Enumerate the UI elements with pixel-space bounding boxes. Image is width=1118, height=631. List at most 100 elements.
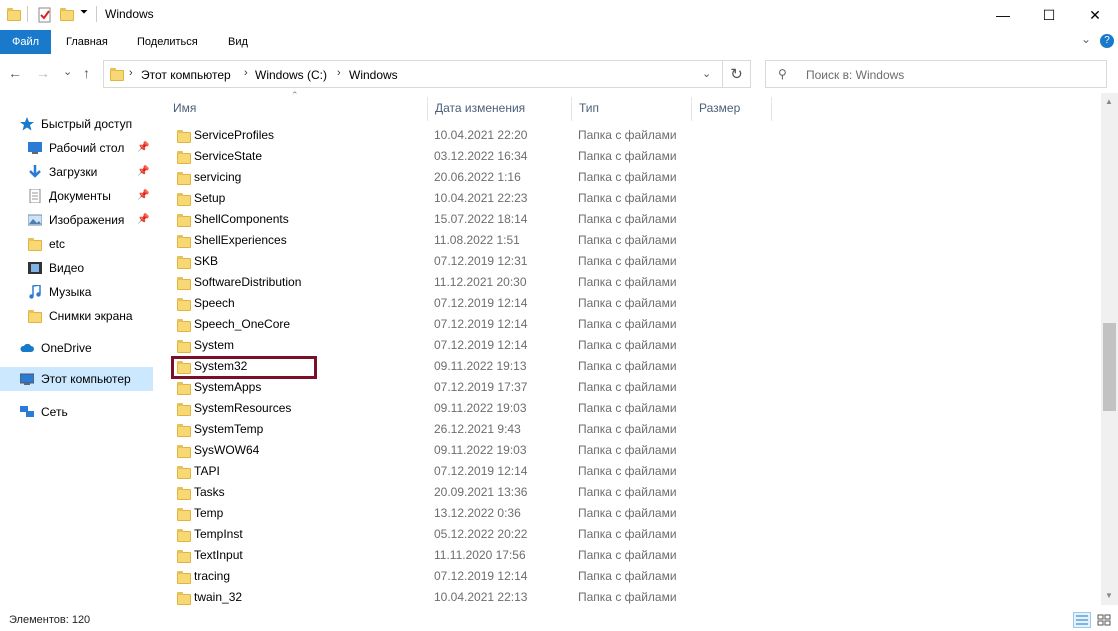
sidebar-item-desktop[interactable]: Рабочий стол 📌 (28, 136, 153, 160)
file-row[interactable]: ServiceProfiles 10.04.2021 22:20 Папка с ф… (165, 125, 1100, 146)
address-row: ← → ⌄ ↑ › Этот компьютер › Windows (C:) … (0, 55, 1118, 93)
file-date: 20.06.2022 1:16 (434, 170, 521, 184)
file-row[interactable]: Setup 10.04.2021 22:23 Папка с файлами (165, 188, 1100, 209)
file-name: Tasks (194, 485, 225, 499)
pin-icon: 📌 (137, 142, 150, 153)
breadcrumb-drive-c[interactable]: Windows (C:) (255, 68, 327, 82)
file-name: SoftwareDistribution (194, 275, 302, 289)
search-input[interactable]: ⚲ Поиск в: Windows (765, 60, 1107, 88)
file-date: 09.11.2022 19:03 (434, 401, 527, 415)
file-date: 10.04.2021 22:13 (434, 590, 528, 604)
chevron-right-icon[interactable]: › (244, 67, 248, 79)
scroll-up-icon[interactable]: ▲ (1105, 97, 1113, 106)
file-type: Папка с файлами (578, 170, 677, 184)
file-row[interactable]: Speech 07.12.2019 12:14 Папка с файлами (165, 293, 1100, 314)
maximize-button[interactable]: ☐ (1026, 0, 1072, 30)
file-row[interactable]: TempInst 05.12.2022 20:22 Папка с файлами (165, 524, 1100, 545)
pictures-icon (28, 214, 42, 226)
file-row[interactable]: System 07.12.2019 12:14 Папка с файлами (165, 335, 1100, 356)
large-icons-view-icon[interactable] (1095, 612, 1113, 628)
file-name: TempInst (194, 527, 243, 541)
back-icon[interactable]: ← (8, 65, 22, 81)
item-count: Элементов: 120 (9, 614, 91, 626)
details-view-icon[interactable] (1073, 612, 1091, 628)
column-header-size[interactable]: Размер (691, 93, 771, 121)
up-icon[interactable]: ↑ (83, 65, 90, 81)
file-row[interactable]: SystemTemp 26.12.2021 9:43 Папка с файлами (165, 419, 1100, 440)
file-type: Папка с файлами (578, 380, 677, 394)
file-type: Папка с файлами (578, 212, 677, 226)
tab-home[interactable]: Главная (54, 30, 120, 54)
column-header-date[interactable]: Дата изменения (427, 93, 571, 121)
recent-locations-icon[interactable]: ⌄ (63, 65, 72, 78)
file-row[interactable]: twain_32 10.04.2021 22:13 Папка с файлами (165, 587, 1100, 608)
sidebar-item-documents[interactable]: Документы 📌 (28, 184, 153, 208)
file-date: 11.08.2022 1:51 (434, 233, 520, 247)
file-name: ServiceProfiles (194, 128, 275, 142)
file-date: 20.09.2021 13:36 (434, 485, 528, 499)
video-icon (28, 262, 42, 274)
file-date: 09.11.2022 19:13 (434, 359, 527, 373)
file-type: Папка с файлами (578, 464, 677, 478)
file-row[interactable]: ShellComponents 15.07.2022 18:14 Папка с ф… (165, 209, 1100, 230)
tab-file[interactable]: Файл (0, 30, 51, 54)
folder-icon (28, 309, 42, 323)
help-icon[interactable]: ? (1100, 34, 1114, 48)
chevron-right-icon[interactable]: › (129, 67, 133, 79)
vertical-scrollbar[interactable]: ▲ ▼ (1101, 93, 1118, 605)
close-button[interactable]: ✕ (1072, 0, 1118, 30)
file-row[interactable]: servicing 20.06.2022 1:16 Папка с файлами (165, 167, 1100, 188)
chevron-right-icon[interactable]: › (337, 67, 341, 79)
file-date: 03.12.2022 16:34 (434, 149, 528, 163)
properties-icon[interactable] (37, 7, 53, 23)
refresh-button[interactable]: ↻ (723, 60, 751, 88)
customize-qa-icon[interactable]: ⏷ (80, 7, 88, 18)
pin-icon: 📌 (137, 190, 150, 201)
file-row[interactable]: Tasks 20.09.2021 13:36 Папка с файлами (165, 482, 1100, 503)
minimize-button[interactable]: — (980, 0, 1026, 30)
cloud-icon (20, 343, 34, 352)
column-header-type[interactable]: Тип (571, 93, 691, 121)
address-bar[interactable]: › Этот компьютер › Windows (C:) › Window… (103, 60, 723, 88)
sidebar-item-downloads[interactable]: Загрузки 📌 (28, 160, 153, 184)
file-row[interactable]: SysWOW64 09.11.2022 19:03 Папка с файлами (165, 440, 1100, 461)
file-row[interactable]: SystemResources 09.11.2022 19:03 Папка с ф… (165, 398, 1100, 419)
file-row[interactable]: SKB 07.12.2019 12:31 Папка с файлами (165, 251, 1100, 272)
file-row[interactable]: SystemApps 07.12.2019 17:37 Папка с файлам… (165, 377, 1100, 398)
file-row[interactable]: Temp 13.12.2022 0:36 Папка с файлами (165, 503, 1100, 524)
file-row[interactable]: TextInput 11.11.2020 17:56 Папка с файлами (165, 545, 1100, 566)
column-header-name[interactable]: Имя (165, 93, 427, 121)
breadcrumb-windows[interactable]: Windows (349, 68, 398, 82)
title-bar: ⏷ Windows — ☐ ✕ (0, 0, 1118, 30)
file-type: Папка с файлами (578, 485, 677, 499)
scroll-thumb[interactable] (1103, 323, 1116, 411)
tab-share[interactable]: Поделиться (125, 30, 210, 54)
file-row[interactable]: TAPI 07.12.2019 12:14 Папка с файлами (165, 461, 1100, 482)
file-row[interactable]: SoftwareDistribution 11.12.2021 20:30 Папк… (165, 272, 1100, 293)
ribbon-expand-icon[interactable]: ⌄ (1081, 32, 1091, 46)
desktop-icon (28, 142, 42, 154)
document-icon (29, 189, 41, 203)
scroll-down-icon[interactable]: ▼ (1105, 591, 1113, 600)
file-type: Папка с файлами (578, 401, 677, 415)
breadcrumb-this-pc[interactable]: Этот компьютер (141, 68, 231, 82)
file-name: tracing (194, 569, 231, 583)
file-type: Папка с файлами (578, 275, 677, 289)
tab-view[interactable]: Вид (216, 30, 260, 54)
file-row[interactable]: tracing 07.12.2019 12:14 Папка с файлами (165, 566, 1100, 587)
sidebar-item-pictures[interactable]: Изображения 📌 (28, 208, 153, 232)
file-type: Папка с файлами (578, 443, 677, 457)
address-dropdown-icon[interactable]: ⌄ (702, 67, 711, 80)
file-row[interactable]: Speech_OneCore 07.12.2019 12:14 Папка с фа… (165, 314, 1100, 335)
file-type: Папка с файлами (578, 422, 677, 436)
forward-icon[interactable]: → (36, 65, 50, 81)
star-icon (20, 117, 34, 131)
file-name: SKB (194, 254, 219, 268)
file-name: SystemApps (194, 380, 262, 394)
folder-icon (110, 68, 124, 81)
file-type: Папка с файлами (578, 548, 677, 562)
new-folder-icon[interactable] (60, 7, 76, 23)
file-row[interactable]: ServiceState 03.12.2022 16:34 Папка с файл… (165, 146, 1100, 167)
file-name: Setup (194, 191, 226, 205)
file-row[interactable]: ShellExperiences 11.08.2022 1:51 Папка с ф… (165, 230, 1100, 251)
